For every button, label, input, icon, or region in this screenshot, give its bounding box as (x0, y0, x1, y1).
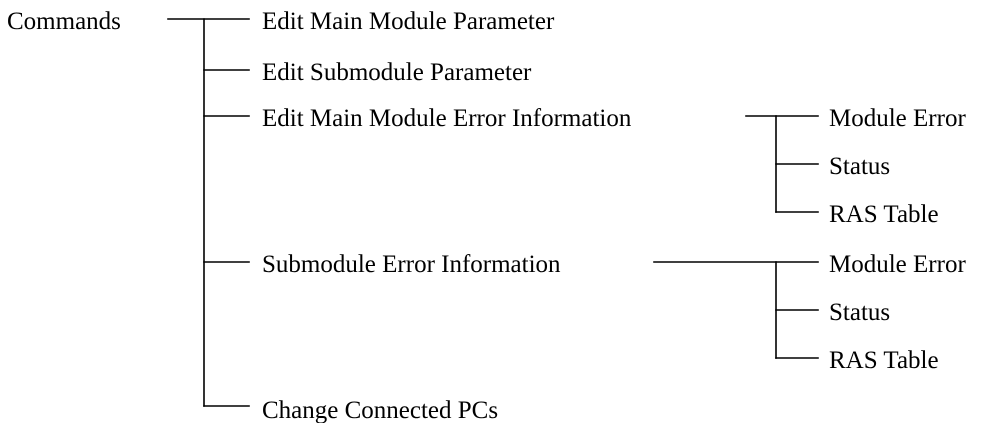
branch-label-edit-submodule-parameter: Edit Submodule Parameter (262, 59, 532, 86)
leaf-label-main-ras-table: RAS Table (829, 201, 939, 228)
root-node-label: Commands (7, 8, 121, 35)
leaf-label-main-status: Status (829, 153, 891, 180)
leaf-label-sub-status: Status (829, 299, 891, 326)
command-tree-diagram: Commands Edit Main Module Parameter Edit… (0, 0, 1008, 423)
leaf-label-sub-module-error: Module Error (829, 251, 966, 278)
branch-label-edit-main-module-error-information: Edit Main Module Error Information (262, 105, 632, 132)
branch-label-edit-main-module-parameter: Edit Main Module Parameter (262, 8, 555, 35)
branch-label-submodule-error-information: Submodule Error Information (262, 251, 561, 278)
leaf-label-main-module-error: Module Error (829, 105, 966, 132)
branch-label-change-connected-pcs: Change Connected PCs (262, 397, 499, 423)
leaf-label-sub-ras-table: RAS Table (829, 347, 939, 374)
